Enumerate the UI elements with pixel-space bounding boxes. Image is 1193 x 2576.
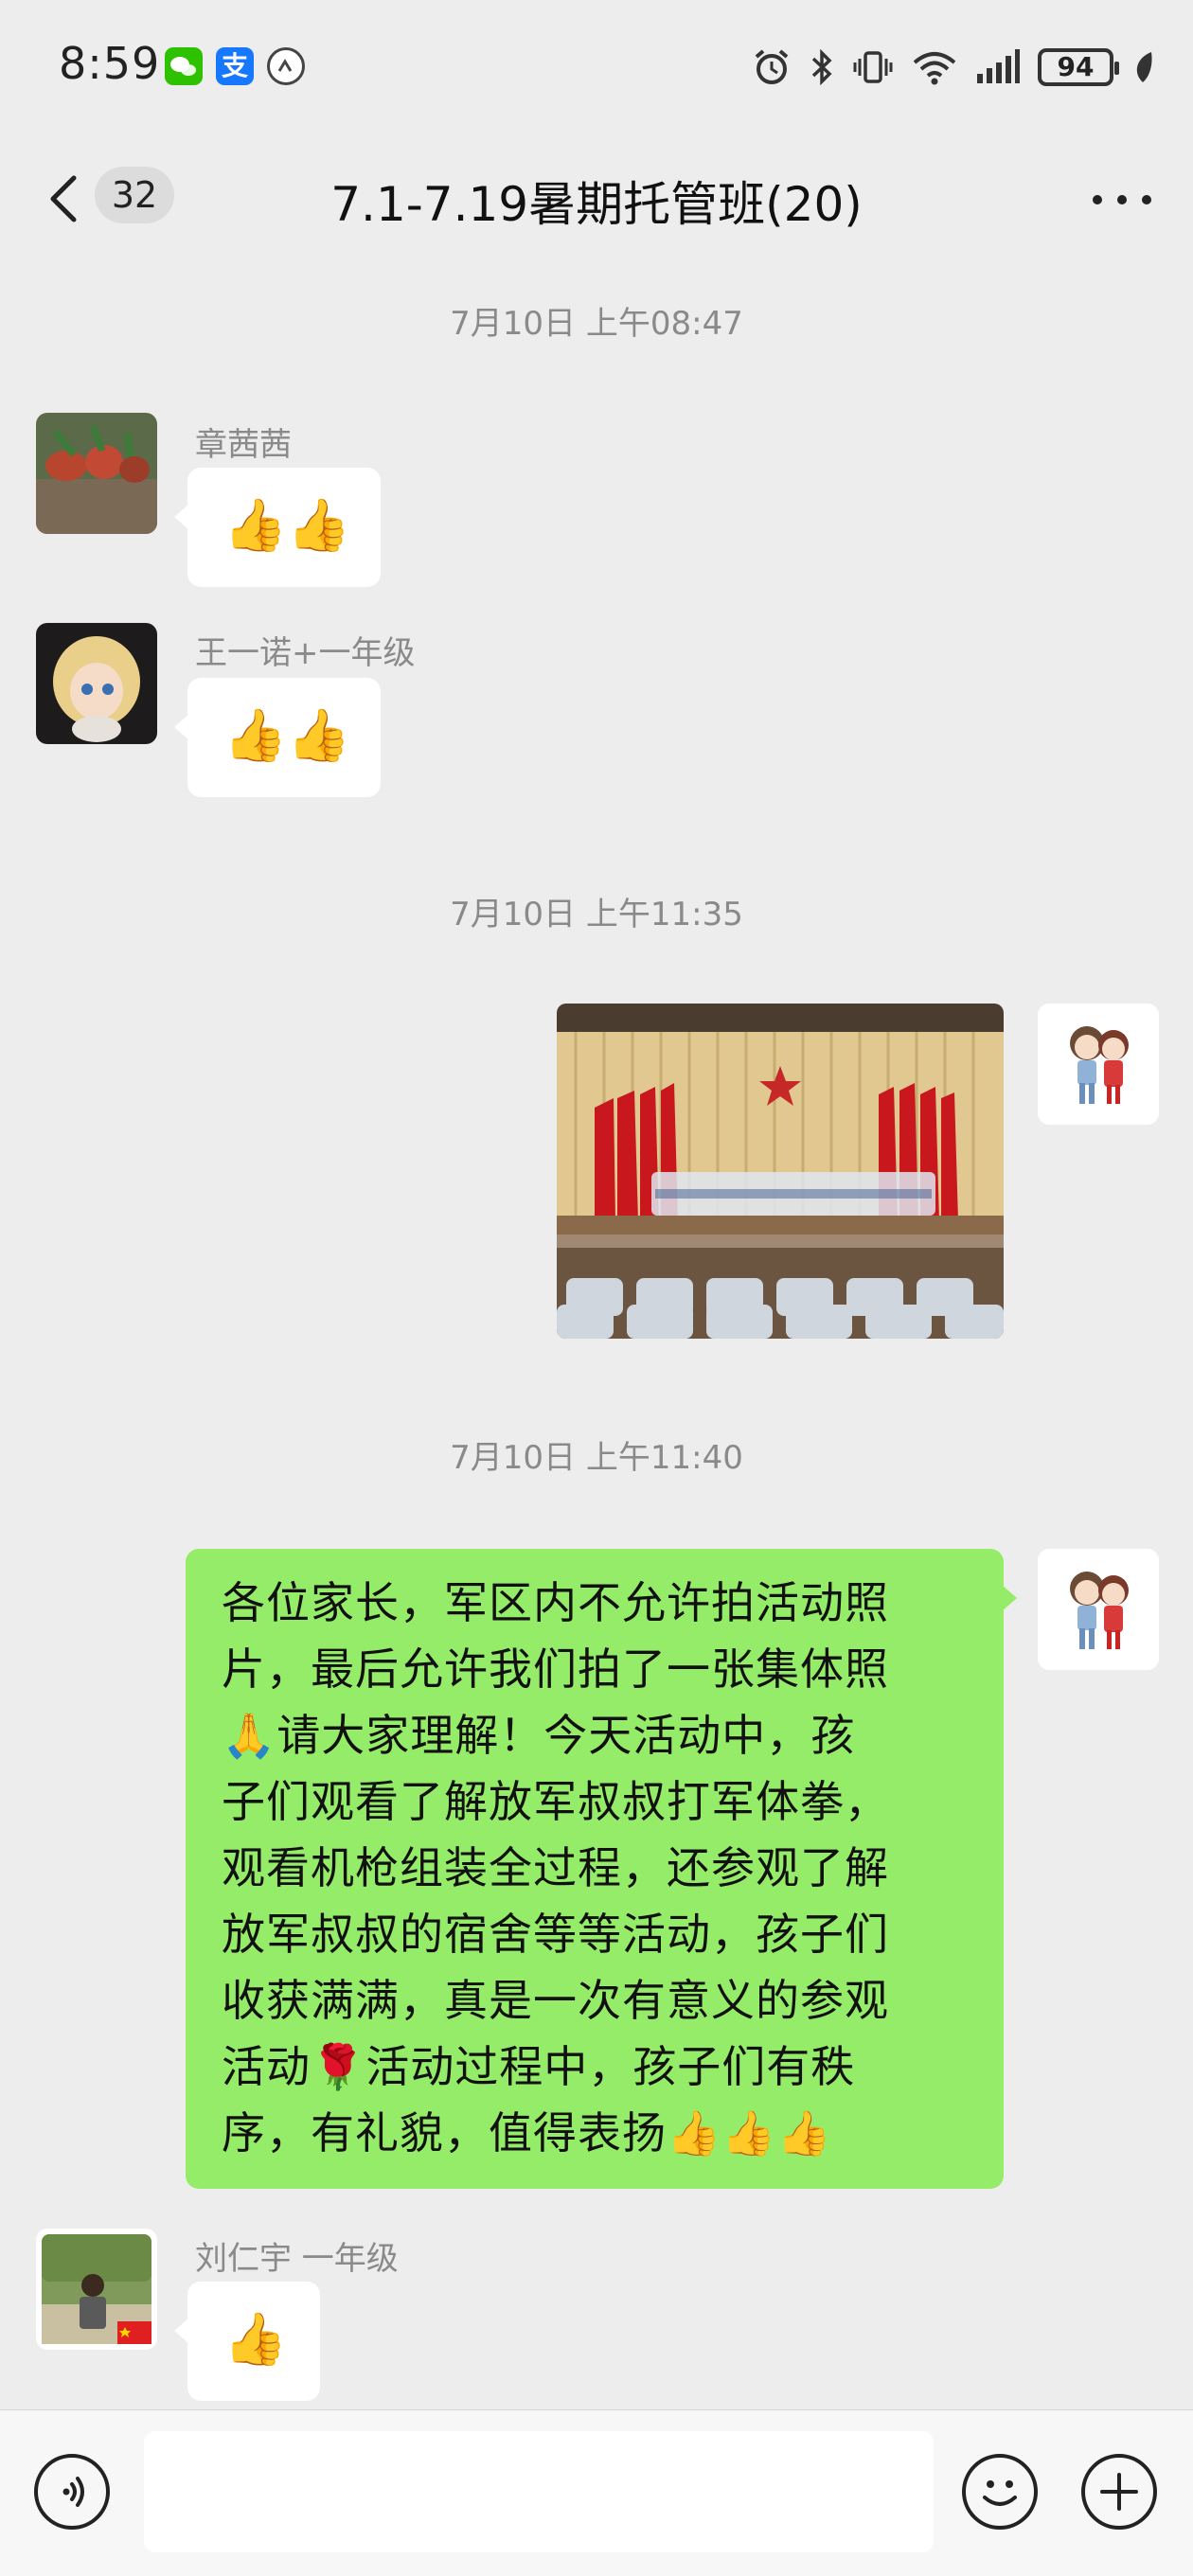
- alarm-icon: [755, 49, 789, 84]
- message-text: 👍👍: [223, 705, 351, 765]
- status-bar: 8:59 支 94: [0, 0, 1193, 133]
- bluetooth-icon: [811, 48, 832, 86]
- speed-icon: [267, 47, 305, 85]
- avatar-self[interactable]: [1038, 1549, 1159, 1670]
- wechat-icon: [165, 47, 203, 85]
- message-bubble[interactable]: 👍: [174, 2282, 320, 2401]
- message-timestamp: 7月10日 上午08:47: [450, 305, 743, 343]
- battery-indicator: 94: [1038, 48, 1119, 86]
- message-timestamp: 7月10日 上午11:40: [450, 1439, 743, 1477]
- add-more-icon[interactable]: [1081, 2454, 1157, 2530]
- sender-name: 王一诺+一年级: [195, 634, 416, 672]
- avatar-zhang[interactable]: [36, 413, 157, 534]
- more-options-icon[interactable]: [1089, 180, 1155, 218]
- message-bubble[interactable]: 👍👍: [174, 468, 381, 587]
- vibrate-icon: [853, 51, 893, 83]
- message-timestamp: 7月10日 上午11:35: [450, 896, 743, 933]
- message-text: 各位家长，军区内不允许拍活动照 片，最后允许我们拍了一张集体照 🙏请大家理解！今…: [222, 1577, 889, 2159]
- sender-name: 章茜茜: [195, 426, 292, 464]
- status-icons: 94: [752, 44, 1155, 91]
- status-time: 8:59: [59, 38, 161, 89]
- group-photo-image[interactable]: [557, 1004, 1004, 1339]
- message-bubble[interactable]: 各位家长，军区内不允许拍活动照 片，最后允许我们拍了一张集体照 🙏请大家理解！今…: [186, 1549, 1017, 2189]
- message-bubble[interactable]: 👍👍: [174, 678, 381, 797]
- signal-icon: [977, 49, 1020, 83]
- avatar-wang[interactable]: [36, 623, 157, 744]
- emoji-icon[interactable]: [962, 2454, 1038, 2530]
- chat-header: 32 7.1-7.19暑期托管班(20): [0, 133, 1193, 265]
- wifi-icon: [913, 52, 956, 85]
- avatar-self[interactable]: [1038, 1004, 1159, 1125]
- avatar-liu[interactable]: [36, 2229, 157, 2350]
- message-input[interactable]: [144, 2431, 934, 2552]
- chat-title: 7.1-7.19暑期托管班(20): [330, 177, 863, 232]
- alipay-icon: 支: [216, 47, 254, 85]
- input-bar: [0, 2409, 1193, 2576]
- message-text: 👍👍: [223, 495, 351, 555]
- sender-name: 刘仁宇 一年级: [195, 2240, 399, 2278]
- leaf-icon: [1136, 52, 1152, 82]
- message-text: 👍: [223, 2309, 288, 2369]
- voice-input-icon[interactable]: [34, 2454, 110, 2530]
